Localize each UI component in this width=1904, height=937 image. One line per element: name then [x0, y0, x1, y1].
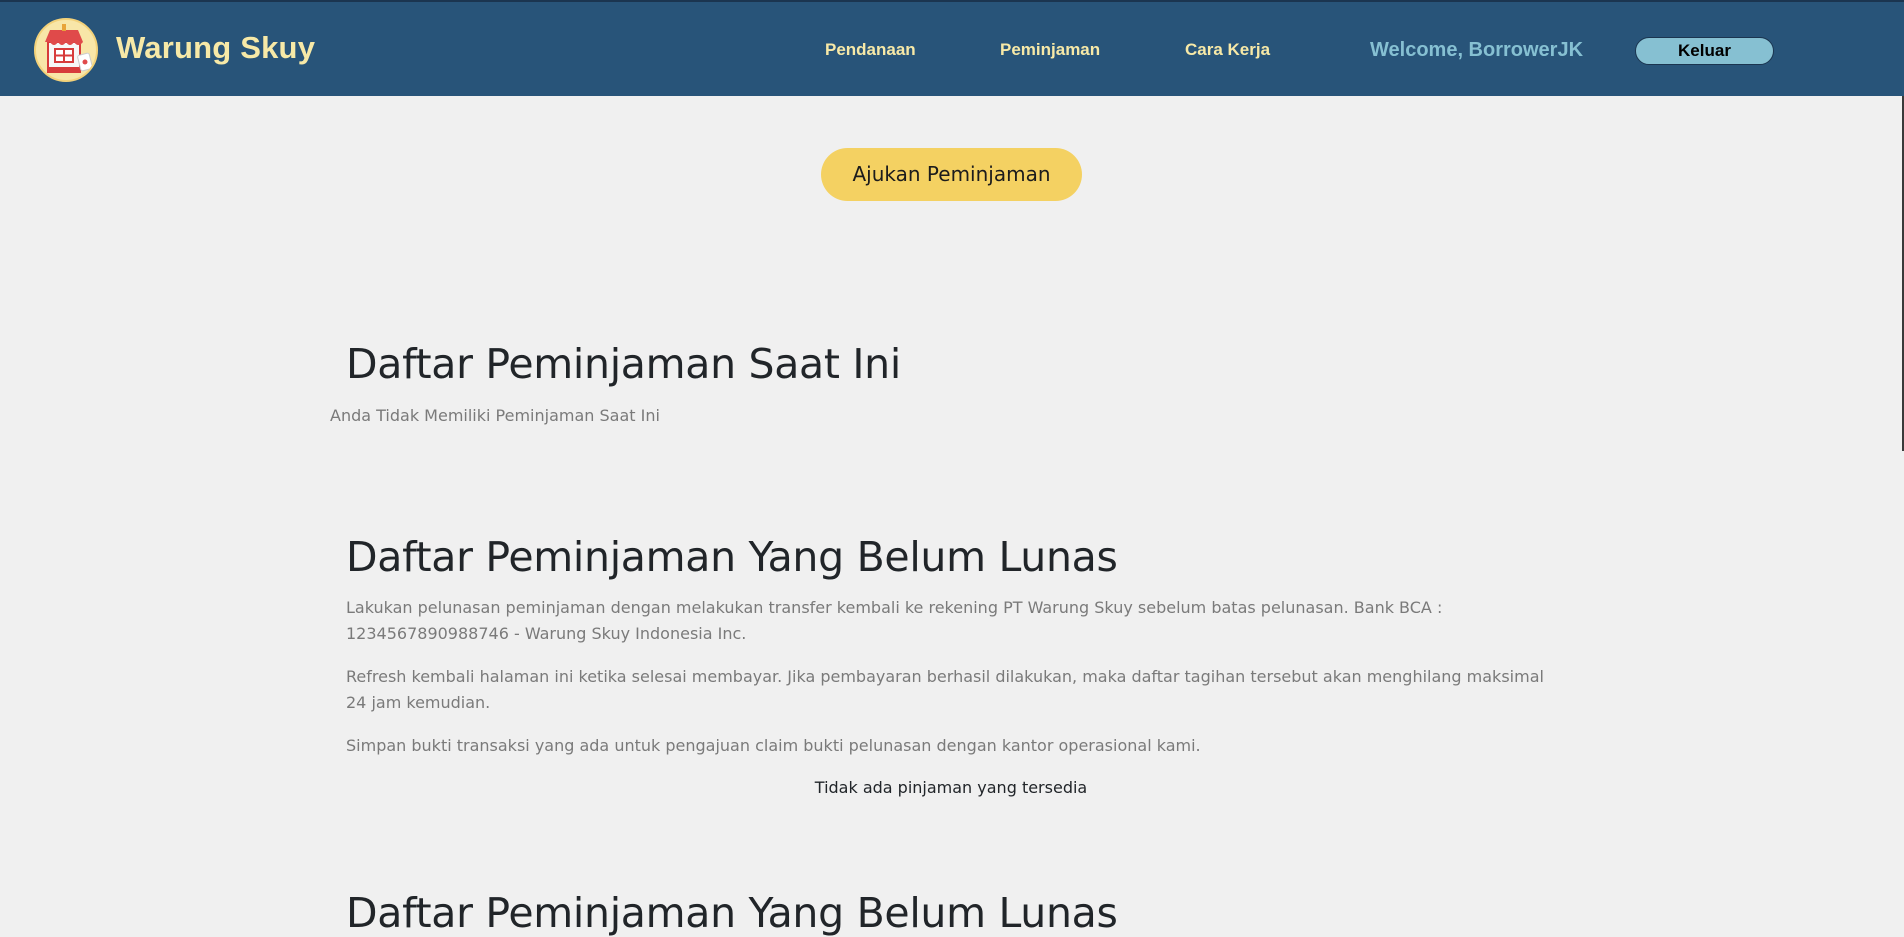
next-section-title: Daftar Peminjaman Yang Belum Lunas	[346, 889, 1118, 937]
nav-link-pendanaan[interactable]: Pendanaan	[825, 40, 916, 60]
unpaid-loans-title: Daftar Peminjaman Yang Belum Lunas	[346, 533, 1118, 581]
unpaid-loans-refresh-note: Refresh kembali halaman ini ketika seles…	[346, 667, 1544, 712]
brand-name[interactable]: Warung Skuy	[116, 30, 315, 66]
unpaid-loans-payment-instruction: Lakukan pelunasan peminjaman dengan mela…	[346, 598, 1443, 643]
current-loans-empty-text: Anda Tidak Memiliki Peminjaman Saat Ini	[330, 406, 660, 425]
logout-button[interactable]: Keluar	[1635, 37, 1774, 65]
nav-link-peminjaman[interactable]: Peminjaman	[1000, 40, 1100, 60]
unpaid-loans-empty-text: Tidak ada pinjaman yang tersedia	[814, 778, 1088, 797]
current-loans-title: Daftar Peminjaman Saat Ini	[346, 340, 901, 388]
submit-loan-button[interactable]: Ajukan Peminjaman	[821, 148, 1082, 201]
navbar: Warung Skuy Pendanaan Peminjaman Cara Ke…	[0, 0, 1904, 96]
nav-link-cara-kerja[interactable]: Cara Kerja	[1185, 40, 1270, 60]
unpaid-loans-proof-note: Simpan bukti transaksi yang ada untuk pe…	[346, 736, 1201, 755]
welcome-text: Welcome, BorrowerJK	[1370, 39, 1584, 61]
storefront-icon[interactable]	[34, 18, 98, 82]
